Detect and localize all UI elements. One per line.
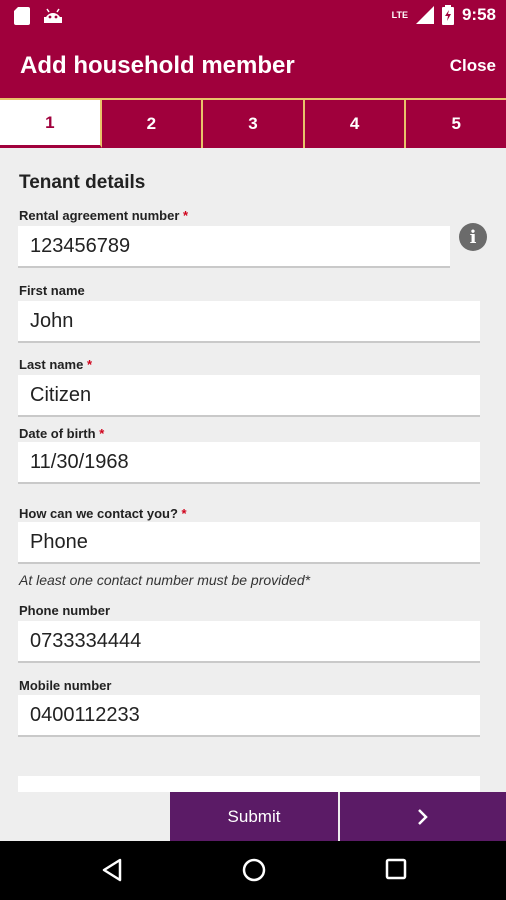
step-tab-5[interactable]: 5 — [406, 100, 506, 148]
system-icons: LTE 9:58 — [392, 5, 496, 25]
last-name-label: Last name * — [19, 357, 92, 372]
system-nav-bar — [0, 841, 506, 900]
required-mark: * — [86, 357, 92, 372]
rental-agreement-label: Rental agreement number * — [19, 208, 189, 223]
submit-button[interactable]: Submit — [170, 792, 338, 841]
first-name-label: First name — [19, 283, 85, 298]
first-name-input[interactable] — [18, 301, 480, 341]
last-name-input[interactable] — [18, 375, 480, 415]
back-triangle-icon[interactable] — [100, 857, 124, 883]
step-tab-3[interactable]: 3 — [203, 100, 305, 148]
status-bar: LTE 9:58 — [0, 0, 506, 32]
recents-square-icon[interactable] — [384, 857, 408, 881]
home-circle-icon[interactable] — [241, 857, 267, 883]
contact-method-label: How can we contact you? * — [19, 506, 187, 521]
next-button[interactable] — [340, 792, 506, 841]
contact-hint: At least one contact number must be prov… — [19, 572, 311, 588]
first-name-field[interactable] — [18, 301, 480, 343]
notification-icons — [14, 7, 62, 25]
page-title: Add household member — [20, 52, 295, 79]
required-mark: * — [181, 506, 187, 521]
bottom-bar-spacer — [0, 792, 170, 841]
phone-label: Phone number — [19, 603, 111, 618]
rental-agreement-field[interactable] — [18, 226, 450, 268]
sd-card-icon — [14, 7, 30, 25]
required-mark: * — [99, 426, 105, 441]
dob-label: Date of birth * — [19, 426, 105, 441]
battery-charging-icon — [441, 5, 454, 25]
mobile-label: Mobile number — [19, 678, 112, 693]
bottom-action-bar: Submit — [0, 792, 506, 841]
contact-method-select[interactable] — [18, 522, 480, 564]
required-mark: * — [183, 208, 189, 223]
next-field-partial[interactable] — [18, 776, 480, 792]
lte-label: LTE — [391, 10, 408, 20]
phone-input[interactable] — [18, 621, 480, 661]
app-bar: Add household member Close — [0, 32, 506, 98]
mobile-field[interactable] — [18, 695, 480, 737]
mobile-input[interactable] — [18, 695, 480, 735]
contact-method-input[interactable] — [18, 522, 480, 562]
dob-input[interactable] — [18, 442, 480, 482]
clock: 9:58 — [461, 5, 496, 24]
form-content: Tenant details Rental agreement number *… — [0, 148, 506, 792]
chevron-right-icon — [418, 808, 428, 825]
step-tab-1[interactable]: 1 — [0, 100, 102, 148]
step-tab-2[interactable]: 2 — [102, 100, 204, 148]
info-icon[interactable]: i — [459, 223, 487, 251]
step-tab-4[interactable]: 4 — [305, 100, 407, 148]
close-button[interactable]: Close — [450, 56, 496, 76]
last-name-field[interactable] — [18, 375, 480, 417]
step-tabs: 1 2 3 4 5 — [0, 98, 506, 148]
dob-field[interactable] — [18, 442, 480, 484]
signal-icon — [415, 6, 434, 24]
rental-agreement-input[interactable] — [18, 226, 450, 266]
phone-field[interactable] — [18, 621, 480, 663]
android-icon — [44, 8, 62, 23]
section-title: Tenant details — [19, 172, 146, 193]
